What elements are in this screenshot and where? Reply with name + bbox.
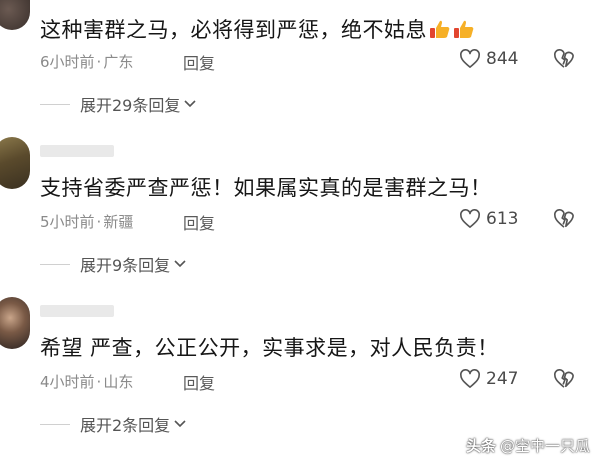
broken-heart-icon [554, 209, 574, 228]
expand-replies-label: 展开2条回复 [80, 416, 171, 435]
avatar[interactable] [0, 137, 30, 189]
heart-outline-icon [460, 209, 480, 228]
like-count: 844 [486, 49, 519, 69]
meta-separator: · [96, 213, 102, 231]
reply-button[interactable]: 回复 [183, 370, 215, 394]
like-button[interactable]: 844 [459, 49, 518, 69]
broken-heart-icon [554, 369, 574, 388]
expand-replies-row: 展开2条回复 [40, 412, 186, 436]
comment-time: 4小时前 [40, 373, 95, 391]
divider [40, 263, 70, 265]
watermark-brand: 头条 [465, 437, 496, 455]
username-placeholder [40, 305, 114, 317]
expand-replies-label: 展开9条回复 [80, 256, 171, 275]
chevron-down-icon [184, 100, 196, 108]
like-button[interactable]: 613 [459, 209, 518, 229]
comment-meta: 4小时前 · 山东 [40, 371, 133, 392]
thumbs-up-emoji [453, 18, 475, 40]
reply-button[interactable]: 回复 [183, 210, 215, 234]
chevron-down-icon [174, 420, 186, 428]
divider [40, 103, 70, 105]
comment-meta: 6小时前 · 广东 [40, 51, 133, 72]
dislike-button[interactable] [553, 49, 575, 73]
comment-time: 6小时前 [40, 53, 95, 71]
meta-separator: · [96, 53, 102, 71]
divider [40, 423, 70, 425]
chevron-down-icon [174, 260, 186, 268]
expand-replies-button[interactable]: 展开9条回复 [80, 252, 186, 276]
expand-replies-row: 展开9条回复 [40, 252, 186, 276]
comment-time: 5小时前 [40, 213, 95, 231]
comment-region: 山东 [103, 373, 134, 391]
like-count: 247 [486, 369, 519, 389]
comment-text: 这种害群之马，必将得到严惩，绝不姑息 [40, 14, 475, 44]
heart-outline-icon [460, 49, 480, 68]
meta-separator: · [96, 373, 102, 391]
comment-meta: 5小时前 · 新疆 [40, 211, 133, 232]
dislike-button[interactable] [553, 209, 575, 233]
username-placeholder [40, 145, 114, 157]
avatar[interactable] [0, 0, 30, 30]
heart-outline-icon [460, 369, 480, 388]
avatar[interactable] [0, 297, 30, 349]
expand-replies-label: 展开29条回复 [80, 96, 181, 115]
comment-region: 广东 [103, 53, 134, 71]
comment-region: 新疆 [103, 213, 134, 231]
expand-replies-button[interactable]: 展开29条回复 [80, 92, 196, 116]
like-button[interactable]: 247 [459, 369, 518, 389]
dislike-button[interactable] [553, 369, 575, 393]
comment-text: 希望 严查，公正公开，实事求是，对人民负责！ [40, 336, 499, 360]
thumbs-up-emoji [429, 18, 451, 40]
reply-button[interactable]: 回复 [183, 50, 215, 74]
watermark: 头条 @空中一只瓜 [466, 435, 590, 456]
watermark-account: @空中一只瓜 [499, 437, 590, 455]
like-count: 613 [486, 209, 519, 229]
comment-text: 支持省委严查严惩！如果属实真的是害群之马！ [40, 176, 492, 200]
expand-replies-row: 展开29条回复 [40, 92, 196, 116]
expand-replies-button[interactable]: 展开2条回复 [80, 412, 186, 436]
broken-heart-icon [554, 49, 574, 68]
